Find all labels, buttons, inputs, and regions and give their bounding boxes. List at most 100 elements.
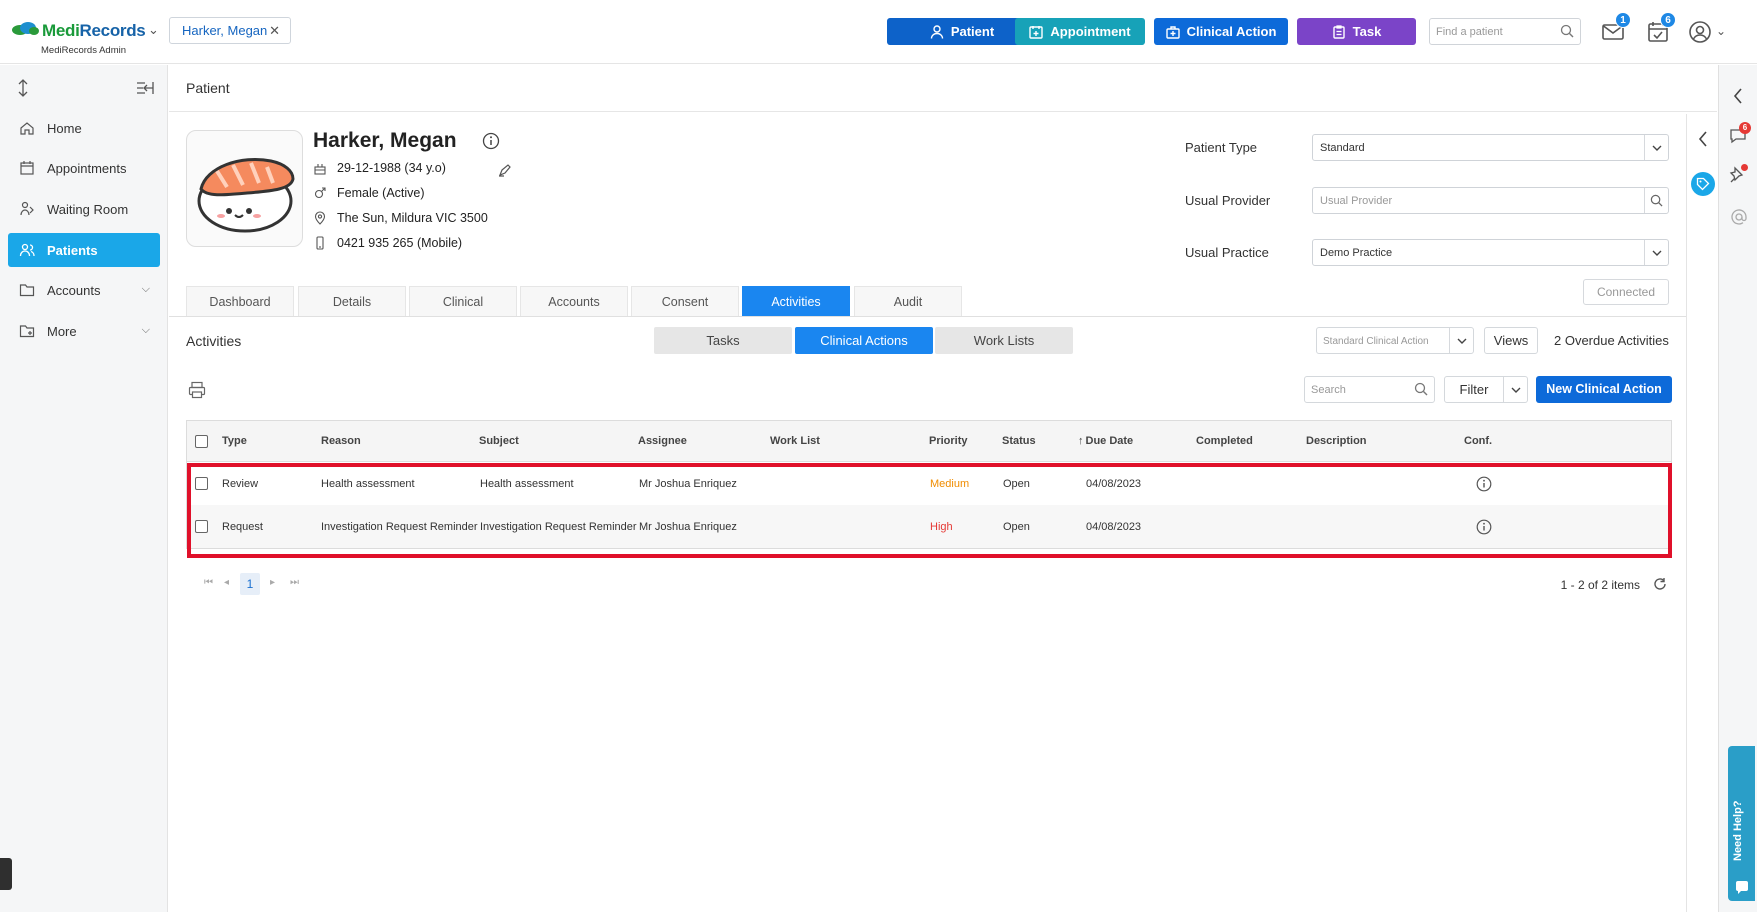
at-sign-icon[interactable] — [1730, 208, 1748, 226]
sidebar-item-more[interactable]: More ⌵ — [8, 314, 160, 348]
chevron-left-icon[interactable] — [1732, 87, 1744, 105]
brand-subtitle: MediRecords Admin — [41, 45, 127, 56]
resize-vertical-icon[interactable] — [16, 79, 30, 97]
divider — [169, 111, 1717, 112]
cell-status: Open — [1003, 477, 1030, 490]
print-icon[interactable] — [188, 381, 206, 399]
search-input[interactable]: Search — [1304, 376, 1435, 403]
chevron-down-icon: ⌵ — [141, 324, 150, 336]
info-icon[interactable] — [482, 132, 500, 150]
sidebar-tools — [16, 79, 156, 99]
new-clinical-action-button[interactable]: Clinical Action — [1154, 18, 1288, 45]
usual-practice-select[interactable]: Demo Practice — [1312, 239, 1669, 266]
refresh-icon[interactable] — [1653, 577, 1667, 591]
row-checkbox[interactable] — [195, 477, 208, 490]
patient-address-row: The Sun, Mildura VIC 3500 — [313, 211, 488, 225]
column-header-subject[interactable]: Subject — [479, 421, 519, 461]
view-select[interactable]: Standard Clinical Action — [1316, 327, 1474, 354]
find-patient-input[interactable]: Find a patient — [1429, 18, 1581, 45]
new-appointment-button[interactable]: Appointment — [1015, 18, 1145, 45]
sidebar-pull-tab[interactable] — [0, 858, 12, 890]
chevron-down-icon[interactable] — [1644, 135, 1668, 160]
column-header-type[interactable]: Type — [222, 421, 247, 461]
info-icon[interactable] — [1476, 476, 1492, 492]
column-header-assignee[interactable]: Assignee — [638, 421, 687, 461]
last-page-icon[interactable]: ⏭ — [290, 577, 299, 588]
close-icon[interactable]: ✕ — [269, 23, 280, 39]
column-header-reason[interactable]: Reason — [321, 421, 361, 461]
logo[interactable]: MediRecords ⌄ MediRecords Admin — [8, 12, 159, 56]
sidebar-item-appointments[interactable]: Appointments — [8, 151, 160, 185]
pin-button[interactable] — [1729, 164, 1749, 186]
cake-icon — [313, 161, 327, 175]
table-row[interactable]: Request Investigation Request Reminder I… — [187, 505, 1671, 548]
table-row[interactable]: Review Health assessment Health assessme… — [187, 462, 1671, 505]
chat-button[interactable]: 6 — [1729, 122, 1751, 147]
select-all-checkbox[interactable] — [195, 434, 208, 448]
tab-activities[interactable]: Activities — [742, 286, 850, 316]
mail-badge: 1 — [1615, 12, 1631, 28]
more-icon — [19, 323, 35, 339]
user-menu-button[interactable] — [1688, 20, 1712, 44]
info-icon[interactable] — [1476, 519, 1492, 535]
sidebar-item-home[interactable]: Home — [8, 111, 160, 145]
edit-icon[interactable] — [498, 163, 512, 177]
views-button[interactable]: Views — [1484, 327, 1538, 354]
segment-work-lists[interactable]: Work Lists — [935, 327, 1073, 354]
search-icon[interactable] — [1414, 382, 1428, 396]
patient-type-select[interactable]: Standard — [1312, 134, 1669, 161]
open-patient-tab[interactable]: Harker, Megan ✕ — [169, 17, 291, 44]
next-page-icon[interactable]: ▸ — [270, 577, 275, 588]
tab-dashboard[interactable]: Dashboard — [186, 286, 294, 316]
filter-button[interactable]: Filter — [1444, 376, 1528, 403]
search-icon[interactable] — [1644, 188, 1668, 213]
segment-clinical-actions[interactable]: Clinical Actions — [795, 327, 933, 354]
column-header-description[interactable]: Description — [1306, 421, 1367, 461]
sidebar-item-accounts[interactable]: Accounts ⌵ — [8, 273, 160, 307]
cell-reason: Investigation Request Reminder — [321, 520, 478, 533]
item-count: 1 - 2 of 2 items — [1560, 578, 1640, 592]
cell-reason: Health assessment — [321, 477, 415, 490]
tag-button[interactable] — [1691, 172, 1715, 196]
patient-gender: Female (Active) — [337, 186, 425, 200]
tab-details[interactable]: Details — [298, 286, 406, 316]
chevron-left-icon[interactable] — [1697, 130, 1709, 148]
sidebar-item-waiting-room[interactable]: Waiting Room — [8, 192, 160, 226]
column-header-status[interactable]: Status — [1002, 421, 1036, 461]
row-select-cell — [195, 462, 208, 505]
chevron-down-icon[interactable]: ⌄ — [1716, 24, 1726, 38]
tab-accounts[interactable]: Accounts — [520, 286, 628, 316]
connected-button[interactable]: Connected — [1583, 279, 1669, 305]
avatar[interactable] — [186, 130, 303, 247]
row-select-cell — [195, 505, 208, 548]
sidebar-item-label: More — [47, 323, 77, 339]
column-header-work-list[interactable]: Work List — [770, 421, 820, 461]
column-header-due-date[interactable]: ↑ Due Date — [1078, 421, 1133, 461]
need-help-button[interactable]: Need Help? — [1728, 746, 1755, 901]
usual-provider-input[interactable]: Usual Provider — [1312, 187, 1669, 214]
overdue-activities-link[interactable]: 2 Overdue Activities — [1554, 333, 1669, 348]
sidebar-item-label: Appointments — [47, 160, 127, 176]
new-clinical-action-button[interactable]: New Clinical Action — [1536, 376, 1672, 403]
row-checkbox[interactable] — [195, 520, 208, 533]
column-header-completed[interactable]: Completed — [1196, 421, 1253, 461]
tab-clinical[interactable]: Clinical — [409, 286, 517, 316]
segment-tasks[interactable]: Tasks — [654, 327, 792, 354]
chevron-down-icon[interactable]: ⌄ — [148, 22, 159, 38]
tab-audit[interactable]: Audit — [854, 286, 962, 316]
collapse-sidebar-icon[interactable] — [136, 81, 154, 95]
column-header-conf[interactable]: Conf. — [1464, 421, 1492, 461]
column-header-priority[interactable]: Priority — [929, 421, 968, 461]
first-page-icon[interactable]: ⏮ — [204, 577, 213, 588]
tab-consent[interactable]: Consent — [631, 286, 739, 316]
tasks-button[interactable]: 6 — [1646, 12, 1676, 44]
chevron-down-icon[interactable] — [1449, 328, 1473, 353]
prev-page-icon[interactable]: ◂ — [224, 577, 229, 588]
page-number[interactable]: 1 — [240, 573, 260, 595]
new-task-button[interactable]: Task — [1297, 18, 1416, 45]
mail-button[interactable]: 1 — [1601, 12, 1631, 44]
chevron-down-icon[interactable] — [1644, 240, 1668, 265]
search-icon[interactable] — [1560, 24, 1574, 38]
chevron-down-icon[interactable] — [1503, 377, 1527, 402]
sidebar-item-patients[interactable]: Patients — [8, 233, 160, 267]
